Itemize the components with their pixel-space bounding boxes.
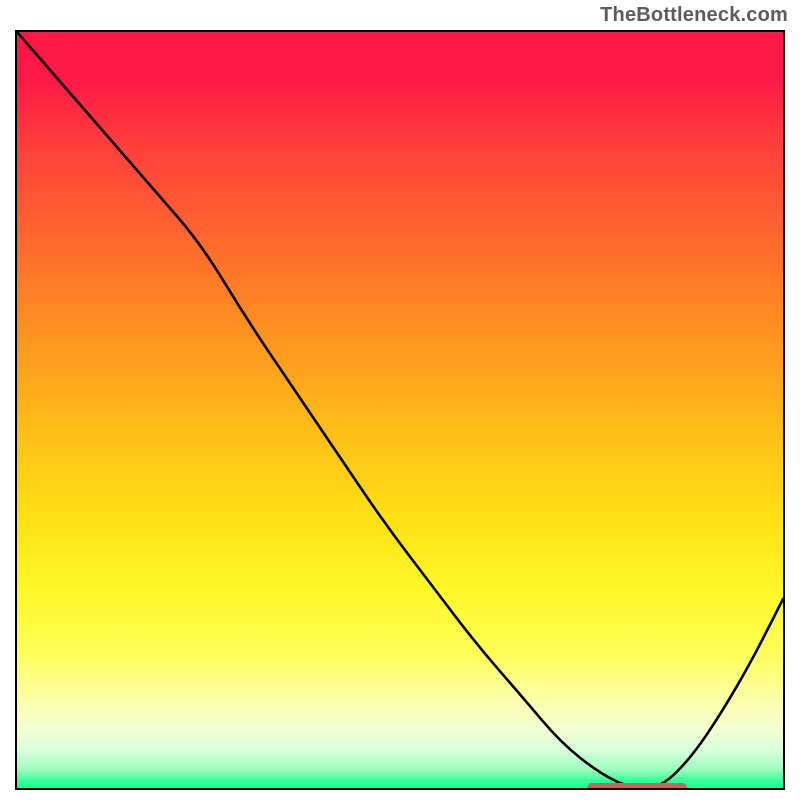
- watermark-text: TheBottleneck.com: [600, 4, 788, 27]
- min-marker: [587, 783, 687, 790]
- chart-line-layer: [17, 32, 783, 788]
- chart-frame: TheBottleneck.com: [0, 0, 800, 800]
- curve-path: [17, 32, 783, 788]
- chart-plot-area: [15, 30, 785, 790]
